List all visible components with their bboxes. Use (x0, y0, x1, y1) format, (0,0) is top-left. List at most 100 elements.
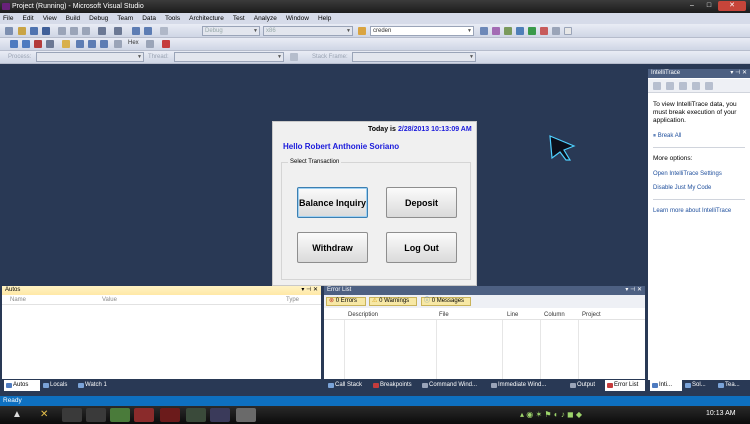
command-window-icon[interactable] (552, 27, 560, 35)
menu-data[interactable]: Data (142, 15, 156, 22)
pin-icon[interactable]: ▾ ⊣ ✕ (301, 286, 318, 295)
tab-immediate-window[interactable]: Immediate Wind... (489, 380, 561, 391)
disable-just-my-code-link[interactable]: Disable Just My Code (653, 185, 711, 191)
column-column[interactable]: Column (544, 312, 565, 318)
solution-explorer-icon[interactable] (480, 27, 488, 35)
events-view-icon[interactable] (653, 82, 661, 90)
settings-icon[interactable] (692, 82, 700, 90)
process-dropdown[interactable]: ▼ (36, 52, 144, 62)
menu-test[interactable]: Test (233, 15, 245, 22)
extension-manager-icon[interactable] (540, 27, 548, 35)
messages-toggle[interactable]: ⓘ 0 Messages (421, 297, 471, 306)
tray-icons[interactable]: ▴ ◉ ✶ ⚑ ◐ ♪ ◼ ◆ (520, 410, 582, 419)
navigate-back-icon[interactable] (132, 27, 140, 35)
save-all-icon[interactable] (42, 27, 50, 35)
maximize-button[interactable]: □ (701, 1, 717, 11)
properties-icon[interactable] (492, 27, 500, 35)
open-log-icon[interactable] (679, 82, 687, 90)
continue-icon[interactable] (10, 40, 18, 48)
withdraw-button[interactable]: Withdraw (297, 232, 368, 263)
menu-architecture[interactable]: Architecture (189, 15, 224, 22)
column-line[interactable]: Line (507, 312, 518, 318)
filter-icon[interactable] (290, 53, 298, 61)
toolbox-icon[interactable] (516, 27, 524, 35)
running-app-taskbar-icon[interactable] (210, 408, 230, 422)
column-value[interactable]: Value (102, 297, 117, 303)
find-combo[interactable]: creden ▼ (370, 26, 474, 36)
warnings-toggle[interactable]: ⚠ 0 Warnings (369, 297, 417, 306)
chrome-taskbar-icon[interactable] (110, 408, 130, 422)
menu-edit[interactable]: Edit (22, 15, 33, 22)
object-browser-icon[interactable] (504, 27, 512, 35)
show-next-statement-icon[interactable] (62, 40, 70, 48)
menu-debug[interactable]: Debug (89, 15, 108, 22)
menu-view[interactable]: View (43, 15, 57, 22)
learn-more-link[interactable]: Learn more about IntelliTrace (653, 208, 731, 214)
minimize-button[interactable]: – (684, 1, 700, 11)
tab-error-list[interactable]: Error List (605, 380, 645, 391)
paste-icon[interactable] (82, 27, 90, 35)
tab-autos[interactable]: Autos (4, 380, 40, 391)
configuration-dropdown[interactable]: Debug ▼ (202, 26, 260, 36)
tab-output[interactable]: Output (568, 380, 604, 391)
copy-icon[interactable] (70, 27, 78, 35)
menu-window[interactable]: Window (286, 15, 309, 22)
menu-build[interactable]: Build (66, 15, 80, 22)
column-project[interactable]: Project (582, 312, 601, 318)
pin-icon[interactable]: ▾ ⊣ ✕ (730, 69, 747, 78)
new-project-icon[interactable] (5, 27, 13, 35)
restart-icon[interactable] (46, 40, 54, 48)
column-type[interactable]: Type (286, 297, 299, 303)
tab-watch-1[interactable]: Watch 1 (76, 380, 120, 391)
breakpoints-window-icon[interactable] (146, 40, 154, 48)
tab-intellitrace[interactable]: Inti... (650, 380, 682, 391)
tab-team-explorer[interactable]: Tea... (716, 380, 748, 391)
tab-solution-explorer[interactable]: Sol... (683, 380, 715, 391)
tab-call-stack[interactable]: Call Stack (326, 380, 370, 391)
deposit-button[interactable]: Deposit (386, 187, 457, 218)
thread-dropdown[interactable]: ▼ (174, 52, 284, 62)
explorer-taskbar-icon[interactable] (86, 408, 106, 422)
clock[interactable]: 10:13 AM (706, 410, 736, 417)
redo-icon[interactable] (114, 27, 122, 35)
step-into-icon[interactable] (76, 40, 84, 48)
open-settings-link[interactable]: Open IntelliTrace Settings (653, 171, 722, 177)
visual-studio-taskbar-icon[interactable] (236, 408, 256, 422)
log-out-button[interactable]: Log Out (386, 232, 457, 263)
app-taskbar-icon[interactable] (134, 408, 154, 422)
step-over-icon[interactable] (88, 40, 96, 48)
tab-breakpoints[interactable]: Breakpoints (371, 380, 419, 391)
open-file-icon[interactable] (18, 27, 26, 35)
navigate-forward-icon[interactable] (144, 27, 152, 35)
pin-icon[interactable]: ▾ ⊣ ✕ (625, 286, 642, 295)
column-name[interactable]: Name (10, 297, 26, 303)
hex-label[interactable]: Hex (128, 40, 139, 46)
start-icon[interactable]: ▲ (12, 409, 22, 420)
folder-taskbar-icon[interactable] (186, 408, 206, 422)
tab-locals[interactable]: Locals (41, 380, 75, 391)
tab-command-window[interactable]: Command Wind... (420, 380, 488, 391)
errors-toggle[interactable]: ⊗ 0 Errors (326, 297, 366, 306)
start-page-icon[interactable] (528, 27, 536, 35)
undo-icon[interactable] (98, 27, 106, 35)
media-player-taskbar-icon[interactable] (160, 408, 180, 422)
menu-tools[interactable]: Tools (165, 15, 180, 22)
media-taskbar-icon[interactable] (62, 408, 82, 422)
stack-frame-dropdown[interactable]: ▼ (352, 52, 476, 62)
new-window-icon[interactable] (564, 27, 572, 35)
step-out-icon[interactable] (100, 40, 108, 48)
output-window-icon[interactable] (162, 40, 170, 48)
tools-icon[interactable]: ✕ (40, 409, 48, 420)
menu-analyze[interactable]: Analyze (254, 15, 277, 22)
hex-display-icon[interactable] (114, 40, 122, 48)
find-in-files-icon[interactable] (358, 27, 366, 35)
break-all-icon[interactable] (22, 40, 30, 48)
platform-dropdown[interactable]: x86 ▼ (263, 26, 353, 36)
column-description[interactable]: Description (348, 312, 378, 318)
start-debugging-icon[interactable] (160, 27, 168, 35)
cut-icon[interactable] (58, 27, 66, 35)
calls-view-icon[interactable] (666, 82, 674, 90)
menu-help[interactable]: Help (318, 15, 331, 22)
save-icon[interactable] (30, 27, 38, 35)
balance-inquiry-button[interactable]: Balance Inquiry (297, 187, 368, 218)
